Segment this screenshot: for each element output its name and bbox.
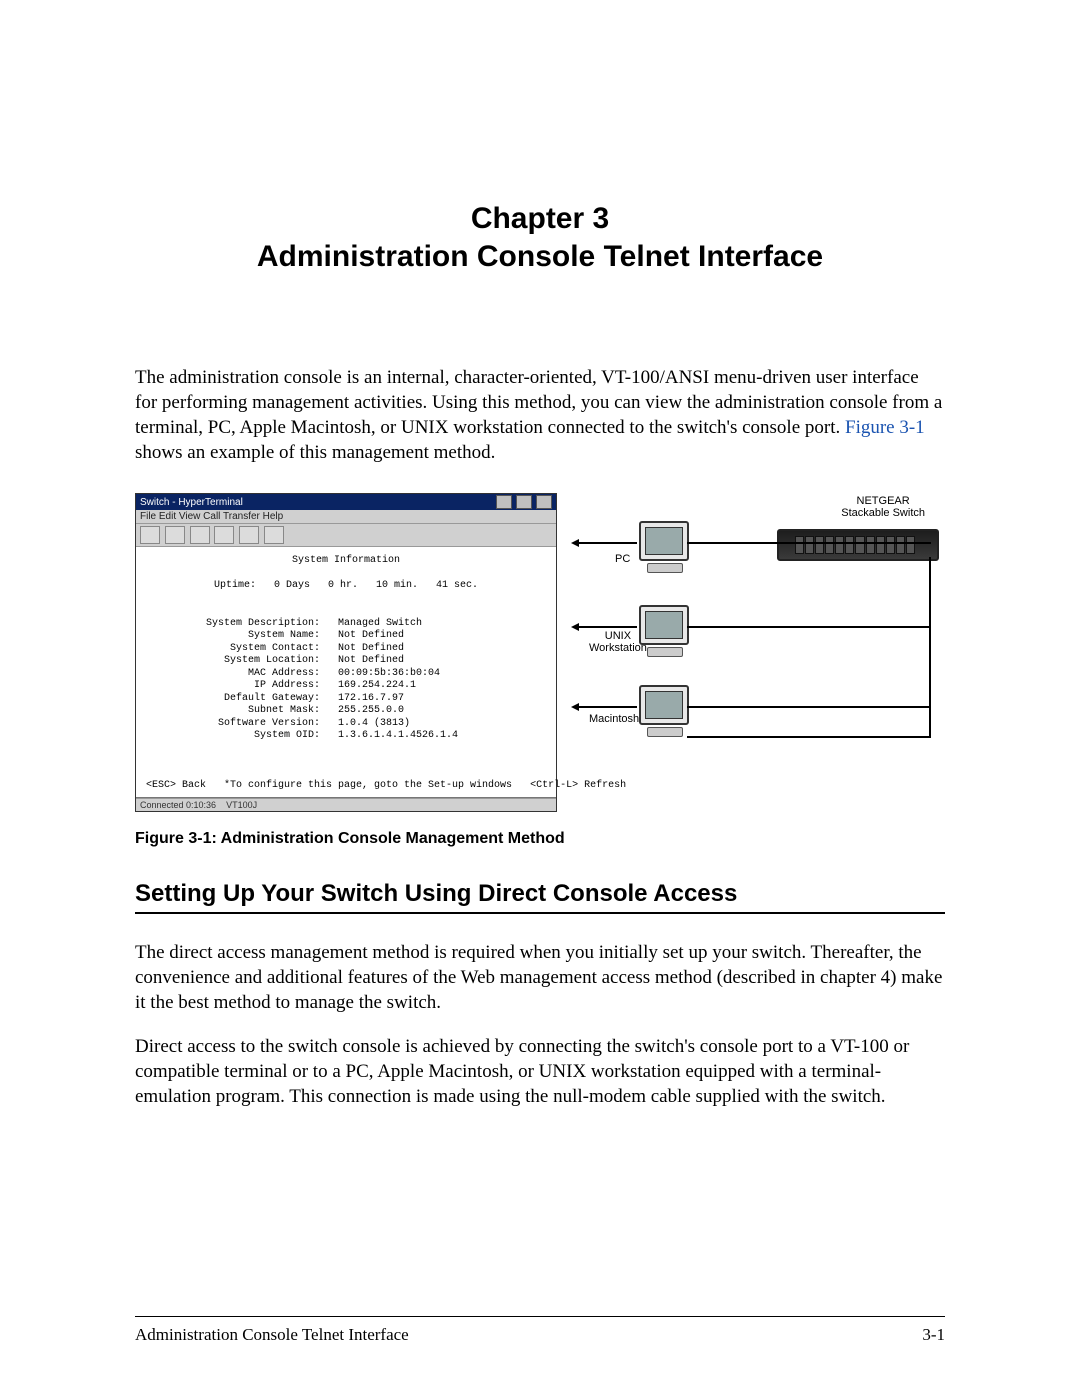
topology-diagram: NETGEAR Stackable Switch PC xyxy=(567,493,945,773)
toolbar-icon xyxy=(165,526,185,544)
maximize-icon xyxy=(516,495,532,509)
intro-paragraph: The administration console is an interna… xyxy=(135,365,945,465)
hyperterminal-toolbar xyxy=(136,524,556,547)
close-icon xyxy=(536,495,552,509)
minimize-icon xyxy=(496,495,512,509)
section-heading: Setting Up Your Switch Using Direct Cons… xyxy=(135,880,945,914)
toolbar-icon xyxy=(214,526,234,544)
cable-icon xyxy=(687,542,931,544)
sysinfo-rows: System Description: Managed Switch Syste… xyxy=(146,618,458,742)
toolbar-icon xyxy=(239,526,259,544)
cable-icon xyxy=(687,706,931,708)
status-connected: Connected 0:10:36 xyxy=(140,800,216,810)
arrow-icon xyxy=(571,623,579,631)
chapter-heading: Chapter 3 Administration Console Telnet … xyxy=(135,200,945,275)
switch-label-line2: Stackable Switch xyxy=(841,507,925,519)
chapter-number: Chapter 3 xyxy=(135,200,945,238)
toolbar-icon xyxy=(264,526,284,544)
footer-left: Administration Console Telnet Interface xyxy=(135,1325,409,1345)
hyperterminal-screen: System Information Uptime: 0 Days 0 hr. … xyxy=(136,547,556,798)
page-footer: Administration Console Telnet Interface … xyxy=(135,1325,945,1345)
uptime-line: Uptime: 0 Days 0 hr. 10 min. 41 sec. xyxy=(146,580,546,593)
unix-label: UNIX Workstation xyxy=(589,631,647,654)
macintosh-label: Macintosh xyxy=(589,713,639,725)
pc-label: PC xyxy=(615,553,630,565)
intro-text-after: shows an example of this management meth… xyxy=(135,442,495,463)
cable-icon xyxy=(579,626,637,628)
help-line: <ESC> Back *To configure this page, goto… xyxy=(146,780,626,791)
arrow-icon xyxy=(571,539,579,547)
cable-icon xyxy=(929,557,931,737)
hyperterminal-statusbar: Connected 0:10:36 VT100J xyxy=(136,798,556,811)
pc-icon xyxy=(639,521,689,561)
chapter-title: Administration Console Telnet Interface xyxy=(135,238,945,276)
toolbar-icon xyxy=(190,526,210,544)
status-vt100: VT100J xyxy=(226,800,257,810)
footer-right: 3-1 xyxy=(922,1325,945,1345)
netgear-switch-icon xyxy=(777,529,939,561)
unix-label-line2: Workstation xyxy=(589,643,647,655)
switch-label: NETGEAR Stackable Switch xyxy=(841,495,925,519)
intro-text-before: The administration console is an interna… xyxy=(135,367,942,438)
hyperterminal-title-text: Switch - HyperTerminal xyxy=(140,497,243,508)
body-paragraph-1: The direct access management method is r… xyxy=(135,940,945,1015)
toolbar-icon xyxy=(140,526,160,544)
hyperterminal-titlebar: Switch - HyperTerminal xyxy=(136,494,556,510)
arrow-icon xyxy=(571,703,579,711)
figure-3-1-link[interactable]: Figure 3-1 xyxy=(845,417,925,438)
cable-icon xyxy=(579,706,637,708)
cable-icon xyxy=(687,626,931,628)
hyperterminal-window: Switch - HyperTerminal File Edit View Ca… xyxy=(135,493,557,812)
figure-3-1: Switch - HyperTerminal File Edit View Ca… xyxy=(135,493,945,848)
macintosh-icon xyxy=(639,685,689,725)
body-paragraph-2: Direct access to the switch console is a… xyxy=(135,1034,945,1109)
cable-icon xyxy=(687,736,931,738)
footer-rule xyxy=(135,1316,945,1317)
screen-title: System Information xyxy=(146,555,546,568)
figure-caption: Figure 3-1: Administration Console Manag… xyxy=(135,830,945,848)
cable-icon xyxy=(579,542,637,544)
switch-label-line1: NETGEAR xyxy=(841,495,925,507)
hyperterminal-menubar: File Edit View Call Transfer Help xyxy=(136,510,556,524)
